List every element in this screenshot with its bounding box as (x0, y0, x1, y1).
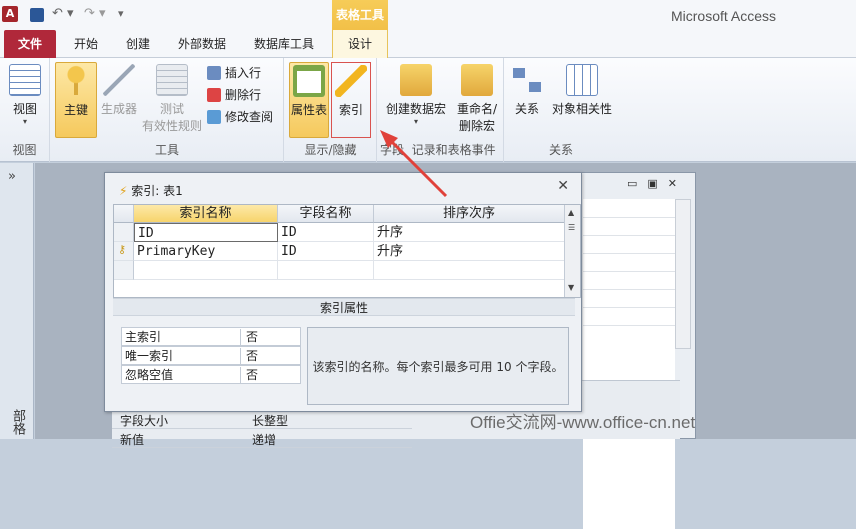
group-show-hide: 属性表 索引 显示/隐藏 (285, 58, 377, 162)
index-grid-scrollbar[interactable]: ▲ ☰ ▼ (564, 205, 580, 297)
rename-macro-icon (461, 64, 493, 96)
group-view: 视图 ▾ 视图 (0, 58, 50, 162)
redo-icon[interactable]: ↷ ▾ (84, 6, 106, 24)
ribbon-tab-row: 文件 开始 创建 外部数据 数据库工具 设计 (0, 30, 856, 58)
sort-order-cell[interactable]: 升序 (374, 242, 565, 261)
key-icon: ⚷ (118, 243, 127, 256)
minimize-icon[interactable]: ▭ (627, 177, 647, 190)
tab-create[interactable]: 创建 (116, 30, 160, 58)
indexes-dialog: ⚡ 索引: 表1 ✕ 索引名称 字段名称 排序次序 ID ID 升序 ⚷ Pri… (104, 172, 582, 412)
field-name-cell[interactable]: ID (278, 223, 374, 242)
macro-icon (400, 64, 432, 96)
access-logo-icon: A (2, 6, 18, 22)
key-icon (60, 65, 92, 97)
sort-order-cell[interactable]: 升序 (374, 223, 565, 242)
field-name-cell[interactable]: ID (278, 242, 374, 261)
row-selector[interactable] (114, 261, 134, 280)
field-name-cell[interactable] (278, 261, 374, 280)
field-grid (583, 199, 675, 529)
dialog-title: ⚡ 索引: 表1 (119, 184, 183, 198)
insert-rows-button[interactable]: 插入行 (205, 63, 261, 83)
navigation-pane: » 部格 (0, 163, 34, 439)
group-label-events: 字段 记录和表格事件 (380, 143, 496, 157)
grid-corner (114, 205, 134, 223)
nav-pane-label: 部格 (10, 409, 25, 435)
tab-file[interactable]: 文件 (4, 30, 56, 58)
rename-delete-macro-button[interactable]: 重命名/ 删除宏 (452, 62, 502, 134)
watermark: Offie交流网-www.office-cn.net (470, 413, 696, 432)
window-controls: ▭▣✕ (627, 177, 687, 190)
index-name-cell[interactable]: ID (134, 223, 278, 242)
index-name-cell[interactable]: PrimaryKey (134, 242, 278, 261)
modify-lookups-button[interactable]: 修改查阅 (205, 107, 273, 127)
row-selector[interactable]: ⚷ (114, 242, 134, 261)
app-title: Microsoft Access (670, 8, 776, 24)
create-data-macros-button[interactable]: 创建数据宏 ▾ (380, 62, 452, 126)
scroll-thumb[interactable]: ☰ (568, 223, 575, 232)
test-validation-rules-button[interactable]: 测试 有效性规则 (141, 62, 203, 134)
title-bar: A ↶ ▾ ↷ ▾ ▾ 表格工具 Microsoft Access (0, 0, 856, 30)
field-grid-scrollbar[interactable] (675, 199, 691, 349)
index-properties-caption: 索引属性 (113, 298, 575, 316)
lightning-icon: ⚡ (119, 184, 128, 198)
restore-icon[interactable]: ▣ (647, 177, 667, 190)
tab-design[interactable]: 设计 (332, 30, 388, 58)
sort-order-cell[interactable] (374, 261, 565, 280)
column-header-field-name[interactable]: 字段名称 (278, 205, 374, 223)
delete-rows-button[interactable]: 删除行 (205, 85, 261, 105)
property-primary: 主索引 否 (121, 327, 301, 346)
primary-key-button[interactable]: 主键 (55, 62, 97, 138)
wand-icon (103, 64, 135, 96)
relationships-icon (511, 64, 543, 96)
nav-pane-toggle[interactable]: » (8, 169, 16, 184)
lookup-icon (207, 110, 221, 124)
index-name-cell[interactable] (134, 261, 278, 280)
lightning-icon (335, 65, 367, 97)
scroll-up-icon[interactable]: ▲ (568, 208, 574, 217)
customize-qat-icon[interactable]: ▾ (118, 7, 124, 25)
property-row: 字段大小 长整型 (112, 411, 412, 429)
delete-row-icon (207, 88, 221, 102)
dependencies-icon (566, 64, 598, 96)
chevron-down-icon: ▾ (413, 117, 418, 126)
ribbon: 视图 ▾ 视图 主键 生成器 测试 有效性规则 插入行 删除行 修改查阅 工具 … (0, 58, 856, 162)
builder-button[interactable]: 生成器 (99, 62, 139, 117)
property-sheet-button[interactable]: 属性表 (289, 62, 329, 138)
group-tools: 主键 生成器 测试 有效性规则 插入行 删除行 修改查阅 工具 (51, 58, 284, 162)
chevron-down-icon: ▾ (22, 117, 27, 126)
save-icon[interactable] (30, 8, 44, 22)
tab-home[interactable]: 开始 (64, 30, 108, 58)
group-relationships: 关系 对象相关性 关系 (505, 58, 617, 162)
close-icon[interactable]: ✕ (668, 177, 687, 190)
close-icon[interactable]: ✕ (557, 178, 569, 194)
column-header-sort-order[interactable]: 排序次序 (374, 205, 565, 223)
row-selector[interactable] (114, 223, 134, 242)
insert-row-icon (207, 66, 221, 80)
relationships-button[interactable]: 关系 (509, 62, 545, 117)
tab-external-data[interactable]: 外部数据 (168, 30, 236, 58)
property-description: 该索引的名称。每个索引最多可用 10 个字段。 (307, 327, 569, 405)
property-sheet-icon (293, 65, 325, 97)
table-tools-context-band: 表格工具 (332, 0, 388, 30)
undo-icon[interactable]: ↶ ▾ (52, 6, 74, 24)
property-ignore-nulls: 忽略空值 否 (121, 365, 301, 384)
indexes-button[interactable]: 索引 (331, 62, 371, 138)
view-icon (9, 64, 41, 96)
property-row: 新值 递增 (112, 430, 412, 448)
index-grid: 索引名称 字段名称 排序次序 ID ID 升序 ⚷ PrimaryKey ID … (113, 204, 581, 298)
object-dependencies-button[interactable]: 对象相关性 (549, 62, 615, 117)
scroll-down-icon[interactable]: ▼ (568, 283, 574, 292)
checklist-icon (156, 64, 188, 96)
column-header-index-name[interactable]: 索引名称 (134, 205, 278, 223)
tab-database-tools[interactable]: 数据库工具 (244, 30, 324, 58)
property-unique: 唯一索引 否 (121, 346, 301, 365)
view-button[interactable]: 视图 ▾ (6, 62, 44, 126)
group-record-table-events: 创建数据宏 ▾ 重命名/ 删除宏 字段 记录和表格事件 (378, 58, 504, 162)
